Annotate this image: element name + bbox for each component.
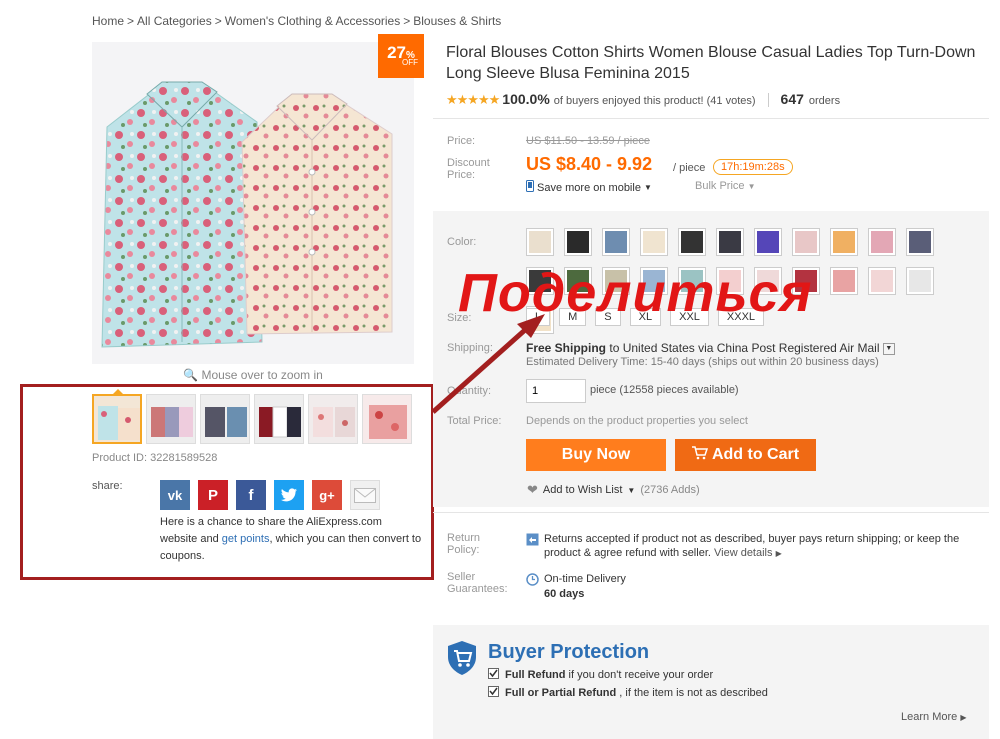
return-icon (526, 533, 539, 549)
main-product-image[interactable] (92, 42, 414, 364)
color-swatch[interactable] (830, 267, 858, 295)
chevron-down-icon: ▼ (747, 182, 756, 191)
breadcrumb-all-categories[interactable]: All Categories (137, 14, 212, 28)
orders-label: orders (808, 95, 841, 107)
divider (433, 118, 989, 119)
color-swatch[interactable] (868, 228, 896, 256)
discount-price-label: Discount Price: (447, 157, 490, 181)
color-swatch[interactable] (564, 228, 592, 256)
checkbox-checked-icon (488, 686, 499, 700)
add-to-cart-button[interactable]: Add to Cart (675, 439, 816, 471)
color-swatch[interactable] (602, 228, 630, 256)
price-label: Price: (447, 135, 476, 147)
buy-now-button[interactable]: Buy Now (526, 439, 666, 471)
seller-guarantee: On-time Delivery 60 days (544, 573, 626, 600)
per-piece: / piece (673, 162, 706, 174)
share-highlight-box (20, 384, 434, 580)
return-policy-text: Returns accepted if product not as descr… (544, 533, 960, 559)
color-swatch[interactable] (640, 228, 668, 256)
color-swatch[interactable] (526, 228, 554, 256)
save-on-mobile-link[interactable]: Save more on mobile ▼ (526, 180, 652, 195)
breadcrumb-home[interactable]: Home (92, 14, 124, 28)
chevron-right-icon: ▶ (775, 549, 782, 558)
divider (433, 512, 989, 513)
breadcrumb-womens-clothing[interactable]: Women's Clothing & Accessories (225, 14, 400, 28)
view-details-link[interactable]: View details ▶ (714, 547, 782, 559)
color-swatch[interactable] (906, 228, 934, 256)
zoom-hint: 🔍 Mouse over to zoom in (183, 368, 323, 382)
mobile-icon (526, 180, 534, 195)
breadcrumb-blouses[interactable]: Blouses & Shirts (413, 14, 501, 28)
rating-stars-icon: ★★★★★ (446, 92, 500, 107)
buyer-protection-title: Buyer Protection (488, 641, 650, 663)
learn-more-link[interactable]: Learn More ▶ (901, 711, 966, 723)
shirts-illustration (92, 42, 414, 364)
clock-icon (526, 573, 539, 589)
cart-icon (691, 445, 708, 465)
rating-divider (767, 92, 769, 107)
full-refund-item: Full Refund if you don't receive your or… (488, 668, 713, 682)
total-price-text: Depends on the product properties you se… (526, 415, 748, 427)
orders-count: 647 (780, 91, 804, 107)
color-swatch[interactable] (716, 228, 744, 256)
magnifier-icon: 🔍 (183, 368, 199, 382)
rating-row: ★★★★★ 100.0% of buyers enjoyed this prod… (446, 91, 840, 108)
color-swatch[interactable] (830, 228, 858, 256)
partial-refund-item: Full or Partial Refund , if the item is … (488, 686, 768, 700)
chevron-down-icon: ▼ (627, 485, 636, 495)
delivery-estimate: Estimated Delivery Time: 15-40 days (shi… (526, 356, 879, 368)
checkbox-checked-icon (488, 668, 499, 682)
seller-guarantees-label: Seller Guarantees: (447, 571, 508, 595)
color-label: Color: (447, 236, 477, 248)
product-title: Floral Blouses Cotton Shirts Women Blous… (446, 44, 976, 82)
discount-badge: 27% OFF (378, 34, 424, 78)
bulk-price-link[interactable]: Bulk Price ▼ (695, 180, 756, 192)
original-price: US $11.50 - 13.59 / piece (526, 135, 650, 147)
return-policy-label: Return Policy: (447, 532, 481, 556)
chevron-right-icon: ▶ (960, 713, 967, 722)
rating-percent: 100.0% (502, 91, 550, 107)
color-swatch[interactable] (906, 267, 934, 295)
color-swatch[interactable] (868, 267, 896, 295)
color-swatch[interactable] (792, 228, 820, 256)
chevron-down-icon: ▼ (643, 183, 652, 192)
discount-price: US $8.40 - 9.92 (526, 154, 653, 174)
color-swatch[interactable] (678, 228, 706, 256)
share-overlay-text: Поделиться (458, 263, 813, 323)
rating-text[interactable]: of buyers enjoyed this product! (41 vote… (554, 95, 756, 107)
color-swatch[interactable] (754, 228, 782, 256)
heart-icon: ❤ (527, 482, 538, 497)
add-to-wishlist[interactable]: ❤ Add to Wish List ▼ (2736 Adds) (527, 482, 700, 498)
quantity-available: piece (12558 pieces available) (590, 384, 739, 396)
shipping-dropdown-icon[interactable]: ▼ (882, 342, 895, 355)
breadcrumb: Home > All Categories > Women's Clothing & A… (92, 14, 502, 28)
shield-cart-icon (447, 640, 477, 679)
shipping-info: Free Shipping to United States via China… (526, 341, 895, 355)
countdown-timer: 17h:19m:28s (713, 159, 793, 175)
